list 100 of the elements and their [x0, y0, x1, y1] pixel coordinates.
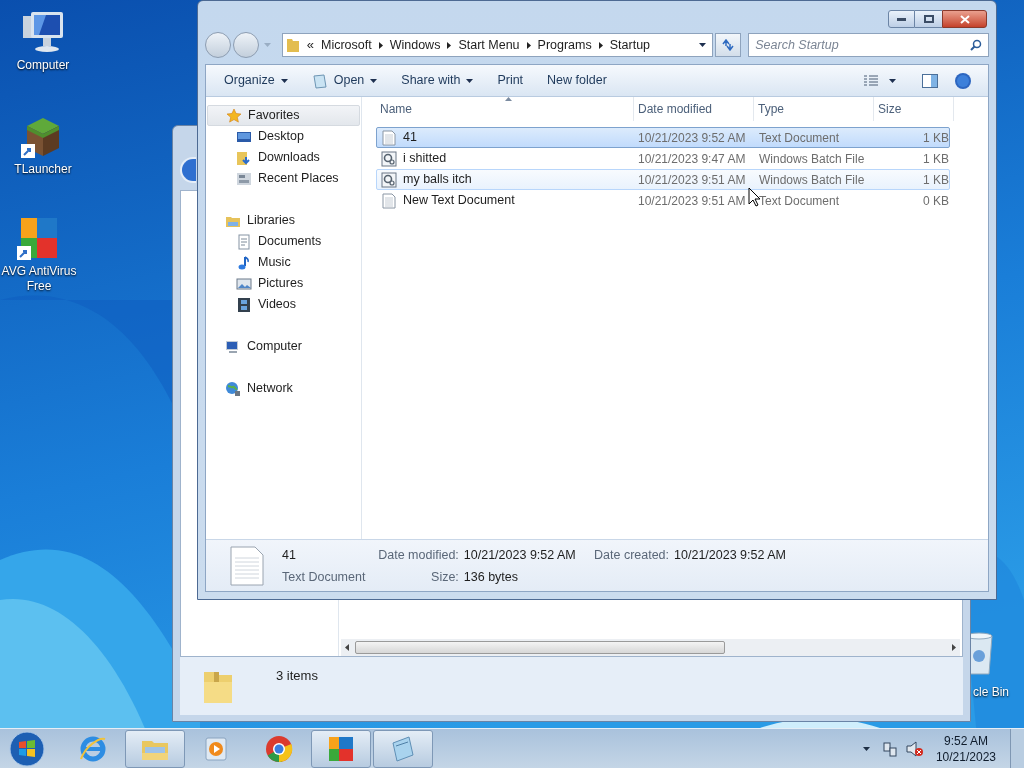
date-cell-text: 10/21/2023 9:52 AM — [638, 129, 746, 147]
nav-item[interactable]: Pictures — [207, 273, 360, 294]
refresh-icon — [721, 39, 736, 51]
detail-label: Date created: — [594, 547, 670, 564]
desktop-icon-label[interactable]: AVG AntiVirus Free — [0, 264, 78, 294]
preview-pane-icon — [922, 73, 938, 88]
toolbar-button[interactable]: Organize — [216, 68, 296, 93]
item-count: 3 items — [276, 667, 318, 685]
desktop-icon-label[interactable]: TLauncher — [14, 162, 72, 177]
column-header[interactable]: Size — [874, 97, 954, 121]
minimize-button[interactable] — [888, 10, 915, 28]
nav-item[interactable]: Downloads — [207, 147, 360, 168]
breadcrumb-item[interactable]: Startup — [609, 35, 651, 55]
nav-item[interactable]: Music — [207, 252, 360, 273]
file-row[interactable]: 41 10/21/2023 9:52 AM Text Document 1 KB — [376, 127, 950, 148]
date-cell-text: 10/21/2023 9:51 AM — [638, 192, 746, 210]
show-desktop-button[interactable] — [1010, 728, 1024, 768]
nav-item[interactable]: Computer — [207, 336, 360, 357]
search-field[interactable]: Search Startup — [748, 33, 989, 57]
restore-icon — [923, 15, 934, 23]
breadcrumb-item[interactable]: Start Menu — [458, 35, 520, 55]
toolbar-button[interactable]: Print — [489, 68, 532, 93]
nav-item[interactable]: Libraries — [207, 210, 360, 231]
column-header[interactable]: Name — [376, 97, 634, 121]
nav-item[interactable]: Desktop — [207, 126, 360, 147]
text-file-icon — [230, 546, 264, 586]
film-strip-icon — [236, 296, 252, 313]
horizontal-scrollbar[interactable] — [341, 639, 960, 656]
type-cell-text: Text Document — [758, 192, 841, 210]
overflow-chevron[interactable]: « — [306, 35, 314, 55]
caret-icon — [370, 78, 378, 83]
notepad-icon — [311, 72, 328, 89]
chevron-right-icon — [378, 41, 383, 49]
taskbar-button[interactable] — [373, 729, 433, 768]
toolbar-button[interactable]: Open — [303, 68, 386, 93]
computer-icon — [225, 338, 241, 355]
column-header[interactable]: Type — [754, 97, 874, 121]
refresh-button[interactable] — [715, 33, 742, 57]
chevron-right-icon — [598, 41, 603, 49]
file-name: 41 — [282, 547, 296, 564]
history-caret-icon — [263, 43, 271, 47]
folder-download-icon — [236, 149, 252, 166]
back-button[interactable] — [205, 32, 231, 58]
clock-date[interactable]: 10/21/2023 — [935, 748, 996, 765]
sort-arrow-icon — [504, 97, 512, 101]
chevron-right-icon — [526, 41, 531, 49]
show-hidden-icons-icon — [862, 746, 870, 751]
type-cell-text: Text Document — [758, 129, 841, 147]
size-cell-text: 0 KB — [922, 192, 950, 210]
breadcrumb-item[interactable]: Programs — [537, 35, 592, 55]
detail-value: 10/21/2023 9:52 AM — [463, 547, 577, 564]
scroll-right-icon[interactable] — [952, 644, 956, 651]
batch-file-icon — [381, 150, 397, 167]
desktop-icon-label[interactable]: Computer — [16, 58, 70, 73]
chevron-right-icon — [447, 41, 452, 49]
size-cell-text: 1 KB — [922, 129, 950, 147]
windows-logo-icon — [9, 730, 45, 767]
column-header[interactable]: Date modified — [634, 97, 754, 121]
forward-button[interactable] — [232, 32, 259, 58]
detail-value: 136 bytes — [463, 568, 520, 586]
start-button[interactable] — [7, 729, 47, 768]
nav-item[interactable]: Recent Places — [207, 168, 360, 189]
batch-file-icon — [381, 171, 397, 188]
detail-value: 10/21/2023 9:52 AM — [674, 547, 786, 564]
nav-item[interactable]: Documents — [207, 231, 360, 252]
size-cell-text: 1 KB — [922, 150, 950, 168]
toolbar-button[interactable]: New folder — [539, 68, 615, 93]
nav-item[interactable]: Network — [207, 378, 360, 399]
text-file-icon — [381, 129, 397, 146]
taskbar-button[interactable] — [125, 729, 185, 768]
file-row[interactable]: New Text Document 10/21/2023 9:51 AM Text Document 0 KB — [376, 190, 950, 211]
breadcrumb-item[interactable]: Windows — [389, 35, 441, 55]
maximize-button[interactable] — [915, 10, 942, 28]
search-icon — [970, 39, 982, 51]
clock-time[interactable]: 9:52 AM — [943, 732, 988, 749]
network-icon — [881, 740, 898, 757]
text-file-icon — [381, 192, 397, 209]
toolbar-button[interactable]: Share with — [393, 68, 482, 93]
caret-icon — [889, 78, 896, 83]
nav-item[interactable]: Favorites — [207, 105, 360, 126]
address-bar[interactable]: « Microsoft Windows Start Menu Programs Startup — [281, 33, 714, 57]
minimize-icon — [897, 17, 906, 21]
network-globe-icon — [225, 380, 241, 397]
music-note-icon — [236, 254, 252, 271]
file-row[interactable]: i shitted 10/21/2023 9:47 AM Windows Batch File 1 KB — [376, 148, 950, 169]
nav-item[interactable]: Videos — [207, 294, 360, 315]
file-name: 41 — [403, 129, 417, 147]
type-cell-text: Windows Batch File — [758, 171, 866, 189]
file-name: i shitted — [403, 150, 447, 168]
close-icon — [959, 14, 970, 24]
file-name: New Text Document — [403, 192, 515, 210]
type-cell-text: Windows Batch File — [758, 150, 866, 168]
star-icon — [226, 107, 242, 124]
file-row[interactable]: my balls itch 10/21/2023 9:51 AM Windows Batch File 1 KB — [376, 169, 950, 190]
close-button[interactable] — [942, 10, 987, 28]
breadcrumb-item[interactable]: Microsoft — [321, 35, 372, 55]
document-icon — [236, 233, 252, 250]
taskbar-button[interactable] — [311, 729, 371, 768]
file-name: my balls itch — [403, 171, 472, 189]
scroll-left-icon[interactable] — [345, 644, 349, 651]
